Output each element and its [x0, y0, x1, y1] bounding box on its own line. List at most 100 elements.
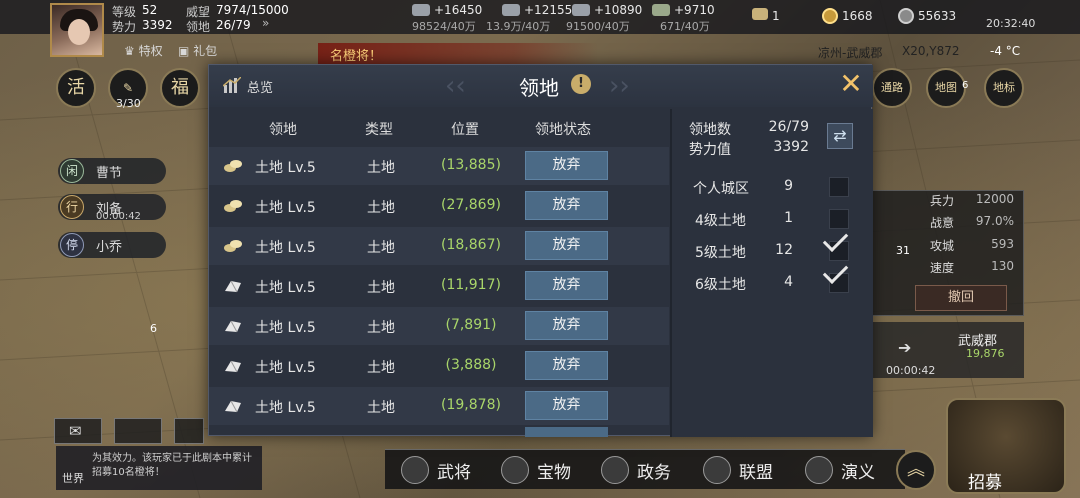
nav-alliance[interactable]: 联盟	[695, 455, 773, 485]
nav-treasure-label: 宝物	[537, 463, 571, 483]
refresh-icon[interactable]: ⇄	[827, 123, 853, 149]
nav-story[interactable]: 演义	[797, 455, 875, 485]
extra-button[interactable]	[174, 418, 204, 444]
territory-position[interactable]: (18,867)	[441, 237, 501, 253]
clock: 20:32:40	[986, 17, 1036, 30]
col-header-type: 类型	[365, 122, 393, 138]
wood-stock: 98524/40万	[412, 20, 476, 33]
grain-stock: 671/40万	[660, 20, 710, 33]
abandon-button[interactable]: 放弃	[525, 271, 608, 300]
privilege-icon: ♛	[124, 44, 135, 58]
troops-label: 兵力	[930, 194, 955, 208]
abandon-button-partial[interactable]	[525, 427, 608, 437]
col-header-position: 位置	[451, 122, 479, 138]
gold-coin-icon	[822, 8, 838, 24]
iron-icon	[502, 4, 520, 16]
close-icon[interactable]: ✕	[837, 70, 865, 99]
abandon-button[interactable]: 放弃	[525, 391, 608, 420]
filter-label: 个人城区	[693, 181, 749, 197]
road-label: 通路	[881, 81, 903, 94]
table-row[interactable]: 土地 Lv.5 土地 (11,917) 放弃	[209, 267, 669, 305]
territory-dialog: 总览 ‹‹ ›› 领地 ! ✕ 领地 类型 位置 领地状态 土地 Lv.5 土地…	[208, 64, 873, 437]
col-header-status: 领地状态	[535, 122, 591, 138]
table-row[interactable]: 土地 Lv.5 土地 (18,867) 放弃	[209, 227, 669, 265]
retreat-button[interactable]: 撤回	[915, 285, 1007, 311]
filter-label: 6级土地	[695, 277, 746, 293]
territory-type: 土地	[367, 320, 395, 336]
territory-name: 土地 Lv.5	[255, 320, 316, 336]
player-avatar[interactable]	[50, 3, 104, 57]
territory-type: 土地	[367, 200, 395, 216]
territory-name: 土地 Lv.5	[255, 240, 316, 256]
left-list-item-xiao-qiao[interactable]: 停 小乔	[58, 232, 166, 258]
gold-land-icon	[224, 240, 242, 252]
power-value-label: 势力值	[689, 142, 731, 158]
abandon-button[interactable]: 放弃	[525, 151, 608, 180]
nav-story-label: 演义	[841, 463, 875, 483]
table-row[interactable]: 土地 Lv.5 土地 (19,878) 放弃	[209, 387, 669, 425]
stone-gain: +10890	[594, 3, 643, 17]
filter-checkbox-personal-city[interactable]	[829, 177, 849, 197]
territory-position[interactable]: (27,869)	[441, 197, 501, 213]
bar-chart-icon	[223, 77, 241, 93]
territory-label: 领地	[186, 20, 211, 34]
collapse-up-button[interactable]: ︽	[896, 450, 936, 490]
gift-link[interactable]: ▣ 礼包	[178, 42, 217, 59]
stop-status-icon: 停	[60, 233, 84, 257]
territory-position[interactable]: (7,891)	[441, 317, 501, 333]
map-button[interactable]: 地图	[926, 68, 966, 108]
arrow-right-icon: ➔	[898, 338, 912, 357]
territory-position[interactable]: (3,888)	[441, 357, 501, 373]
expand-chevron-icon[interactable]: »	[262, 16, 269, 30]
nav-treasure[interactable]: 宝物	[493, 455, 571, 485]
silver-land-icon	[225, 360, 241, 373]
abandon-button[interactable]: 放弃	[525, 351, 608, 380]
territory-position[interactable]: (19,878)	[441, 397, 501, 413]
chat-box[interactable]: 世界 为其效力。该玩家已于此剧本中累计招募10名橙将！	[56, 446, 262, 490]
table-row[interactable]: 土地 Lv.5 土地 (3,888) 放弃	[209, 347, 669, 385]
col-header-territory: 领地	[269, 122, 297, 138]
filter-label: 4级土地	[695, 213, 746, 229]
territory-position[interactable]: (13,885)	[441, 157, 501, 173]
filter-label: 5级土地	[695, 245, 746, 261]
siege-value: 593	[991, 237, 1014, 251]
copper-value: 55633	[918, 9, 957, 23]
abandon-button[interactable]: 放弃	[525, 191, 608, 220]
left-list-item-cao-jie[interactable]: 闲 曹节	[58, 158, 166, 184]
filter-checkbox-level6[interactable]	[829, 273, 849, 293]
chat-message: 为其效力。该玩家已于此剧本中累计招募10名橙将！	[92, 453, 252, 478]
task-counter: 3/30	[116, 97, 141, 110]
road-button[interactable]: 通路	[872, 68, 912, 108]
march-timer: 00:00:42	[886, 364, 936, 377]
gold-value: 1668	[842, 9, 873, 23]
activity-button[interactable]: 活	[56, 68, 96, 108]
wood-icon	[412, 4, 430, 16]
table-row[interactable]: 土地 Lv.5 土地 (13,885) 放弃	[209, 147, 669, 185]
stone-icon	[572, 4, 590, 16]
summary-tab[interactable]: 总览	[247, 77, 273, 96]
table-row[interactable]: 土地 Lv.5 土地 (7,891) 放弃	[209, 307, 669, 345]
notice-button[interactable]	[114, 418, 162, 444]
coordinates-label: X20,Y872	[902, 44, 960, 58]
territory-name: 土地 Lv.5	[255, 160, 316, 176]
table-row[interactable]: 土地 Lv.5 土地 (27,869) 放弃	[209, 187, 669, 225]
alliance-icon	[703, 456, 731, 484]
abandon-button[interactable]: 放弃	[525, 231, 608, 260]
nav-generals[interactable]: 武将	[393, 455, 471, 485]
abandon-button[interactable]: 放弃	[525, 311, 608, 340]
territory-name: 土地 Lv.5	[255, 360, 316, 376]
territory-type: 土地	[367, 360, 395, 376]
power-value: 3392	[142, 18, 173, 32]
info-icon[interactable]: !	[571, 74, 591, 94]
territory-position[interactable]: (11,917)	[441, 277, 501, 293]
bottom-nav: 武将 宝物 政务 联盟 演义	[385, 449, 905, 489]
idle-status-icon: 闲	[60, 159, 84, 183]
recruit-button[interactable]: 招募	[946, 398, 1066, 494]
privilege-link[interactable]: ♛ 特权	[124, 42, 163, 59]
mail-button[interactable]: ✉	[54, 418, 102, 444]
dialog-header: 总览 ‹‹ ›› 领地 ! ✕	[209, 65, 873, 107]
fortune-button[interactable]: 福	[160, 68, 200, 108]
nav-affairs[interactable]: 政务	[593, 455, 671, 485]
announcement-banner: 名橙将！	[318, 43, 598, 65]
landmark-button[interactable]: 地标	[984, 68, 1024, 108]
